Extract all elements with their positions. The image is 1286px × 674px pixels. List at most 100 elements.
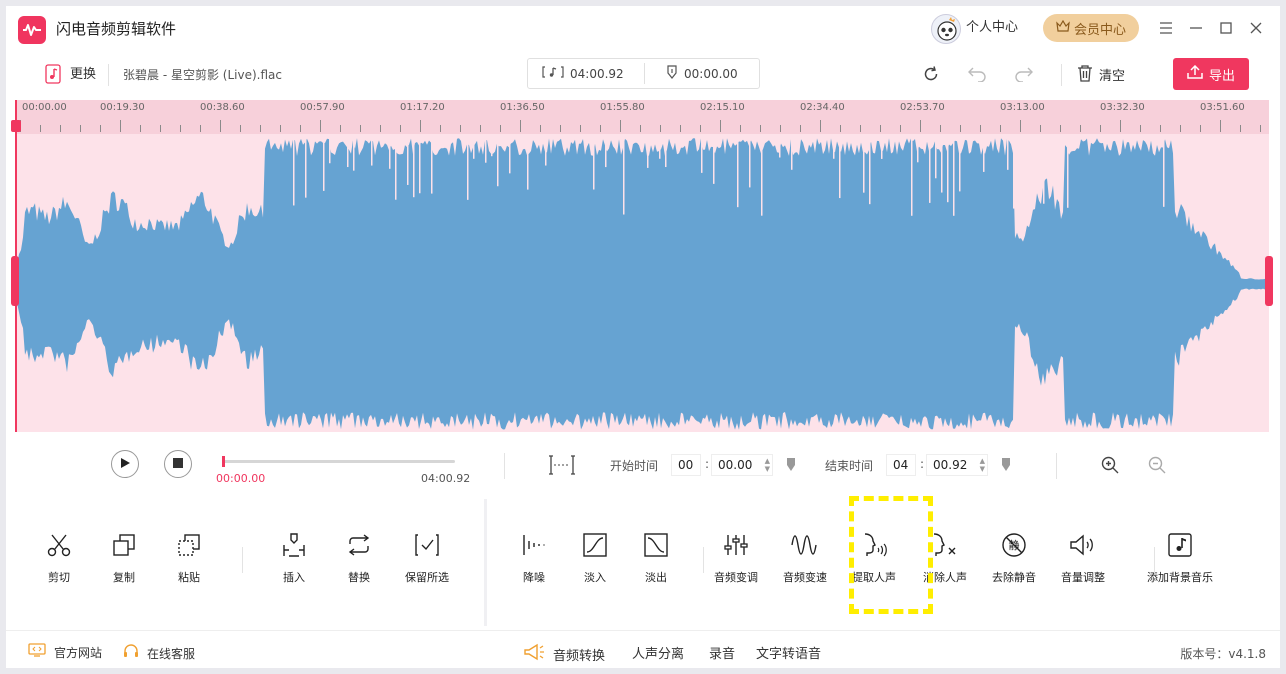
waveform-peak-gap (1055, 136, 1057, 167)
tool-label: 去除静音 (992, 571, 1036, 584)
tool-volume-button[interactable]: 音量调整 (1048, 531, 1118, 585)
tool-bg-music-button[interactable]: 添加背景音乐 (1145, 531, 1215, 585)
ruler-tick (680, 125, 681, 132)
start-second-field[interactable]: 00.00 ▲ ▼ (711, 454, 773, 476)
ruler-time-label: 02:15.10 (700, 102, 745, 113)
record-link[interactable]: 录音 (709, 643, 735, 662)
waveform-peak-gap (491, 136, 493, 157)
vip-center-button[interactable]: 会员中心 (1043, 14, 1139, 42)
app-logo-icon (18, 16, 46, 44)
start-time-spinner[interactable]: ▲ ▼ (765, 457, 770, 473)
selection-end-handle[interactable] (1265, 256, 1273, 306)
change-file-button[interactable]: 更换 (70, 66, 96, 84)
select-range-icon[interactable] (548, 454, 576, 479)
close-icon[interactable] (1246, 18, 1266, 38)
ruler-tick (300, 125, 301, 132)
waveform-peak-gap (929, 136, 931, 203)
start-minute-field[interactable]: 00 (671, 454, 701, 476)
music-file-icon[interactable] (44, 64, 62, 87)
ruler-tick (960, 125, 961, 132)
ruler-tick (280, 125, 281, 132)
tool-fade-out-button[interactable]: 淡出 (621, 531, 691, 585)
file-name: 张碧晨 - 星空剪影 (Live).flac (123, 68, 282, 82)
official-website-link[interactable]: 官方网站 (28, 643, 102, 661)
ruler-time-label: 03:13.00 (1000, 102, 1045, 113)
waveform-peak-gap (467, 136, 469, 200)
undo-icon[interactable] (968, 66, 988, 85)
tool-remove-silence-button[interactable]: 静去除静音 (979, 531, 1049, 585)
vip-center-label: 会员中心 (1073, 22, 1126, 38)
ruler-tick (660, 125, 661, 132)
stop-button[interactable] (164, 450, 192, 478)
waveform-peak-gap (527, 136, 529, 190)
version-label: 版本号：v4.1.8 (1180, 647, 1266, 661)
zoom-out-icon[interactable] (1148, 456, 1166, 477)
end-second-value: 00.92 (933, 458, 968, 472)
start-colon: : (705, 457, 710, 471)
monitor-icon (28, 643, 46, 661)
timeline-ruler[interactable]: 00:00.00 00:19.30 00:38.60 00:57.90 01:17.20… (15, 100, 1269, 134)
waveform-peak-gap (413, 136, 415, 198)
end-second-field[interactable]: 00.92 ▲ ▼ (926, 454, 988, 476)
ruler-tick (1040, 125, 1041, 132)
tool-pitch-button[interactable]: 音频变调 (701, 531, 771, 585)
tool-insert-button[interactable]: 插入 (259, 531, 329, 585)
start-marker-icon[interactable] (786, 457, 796, 476)
waveform-peak-gap (737, 136, 739, 208)
maximize-icon[interactable] (1216, 18, 1236, 38)
bg-music-icon (1168, 531, 1192, 559)
waveform-area[interactable]: 00:00.00 00:19.30 00:38.60 00:57.90 01:17.20… (11, 100, 1273, 432)
play-button[interactable] (111, 450, 139, 478)
ruler-tick (1180, 125, 1181, 132)
tool-label: 复制 (113, 571, 135, 584)
progress-handle[interactable] (222, 456, 225, 467)
start-time-label: 开始时间 (610, 459, 659, 473)
avatar[interactable] (931, 14, 961, 44)
redo-icon[interactable] (1013, 66, 1033, 85)
tool-scissors-button[interactable]: 剪切 (24, 531, 94, 585)
selection-time-value: 00:00.00 (684, 66, 738, 81)
end-time-spinner[interactable]: ▲ ▼ (980, 457, 985, 473)
clear-button[interactable]: 清空 (1077, 64, 1125, 85)
waveform-peak-gap (881, 136, 883, 159)
waveform-peak-gap (323, 136, 325, 191)
online-support-link[interactable]: 在线客服 (123, 643, 195, 663)
ruler-tick (720, 120, 721, 132)
ruler-tick (40, 125, 41, 132)
toolbar-divider (1061, 64, 1062, 86)
time-display-divider (644, 63, 645, 84)
footer-bar: 官方网站 在线客服 音频转换 人声分离 录音 文字转语音 版本号：v4.1.8 (6, 630, 1280, 668)
record-label: 录音 (709, 647, 736, 662)
zoom-in-icon[interactable] (1101, 456, 1119, 477)
tool-denoise-button[interactable]: 降噪 (499, 531, 569, 585)
waveform-peak-gap (941, 136, 943, 193)
tool-paste-button[interactable]: 粘贴 (154, 531, 224, 585)
ruler-tick (440, 125, 441, 132)
minimize-icon[interactable] (1186, 18, 1206, 38)
menu-icon[interactable] (1156, 18, 1176, 38)
waveform-peak-gap (863, 136, 865, 193)
ruler-time-label: 00:00.00 (22, 102, 67, 113)
end-minute-field[interactable]: 04 (886, 454, 916, 476)
vocal-separation-link[interactable]: 人声分离 (632, 643, 684, 662)
tool-copy-button[interactable]: 复制 (89, 531, 159, 585)
tool-keep-selection-button[interactable]: 保留所选 (392, 531, 462, 585)
start-second-value: 00.00 (718, 458, 753, 472)
end-marker-icon[interactable] (1001, 457, 1011, 476)
playhead-handle[interactable] (11, 120, 21, 132)
ruler-tick (580, 125, 581, 132)
playback-progress-bar[interactable] (222, 456, 455, 467)
waveform-peak-gap (935, 136, 937, 179)
selection-start-handle[interactable] (11, 256, 19, 306)
waveform-peak-gap (659, 136, 661, 159)
export-button[interactable]: 导出 (1173, 58, 1249, 90)
text-to-speech-link[interactable]: 文字转语音 (756, 643, 821, 662)
audio-convert-link[interactable]: 音频转换 (523, 643, 605, 665)
personal-center-link[interactable]: 个人中心 (966, 19, 1018, 37)
waveform-peak-gap (371, 136, 373, 166)
selection-time-display: 00:00.00 (666, 65, 738, 82)
tool-fade-in-button[interactable]: 淡入 (560, 531, 630, 585)
tool-replace-button[interactable]: 替换 (324, 531, 394, 585)
tool-speed-button[interactable]: 音频变速 (770, 531, 840, 585)
refresh-icon[interactable] (922, 65, 940, 86)
